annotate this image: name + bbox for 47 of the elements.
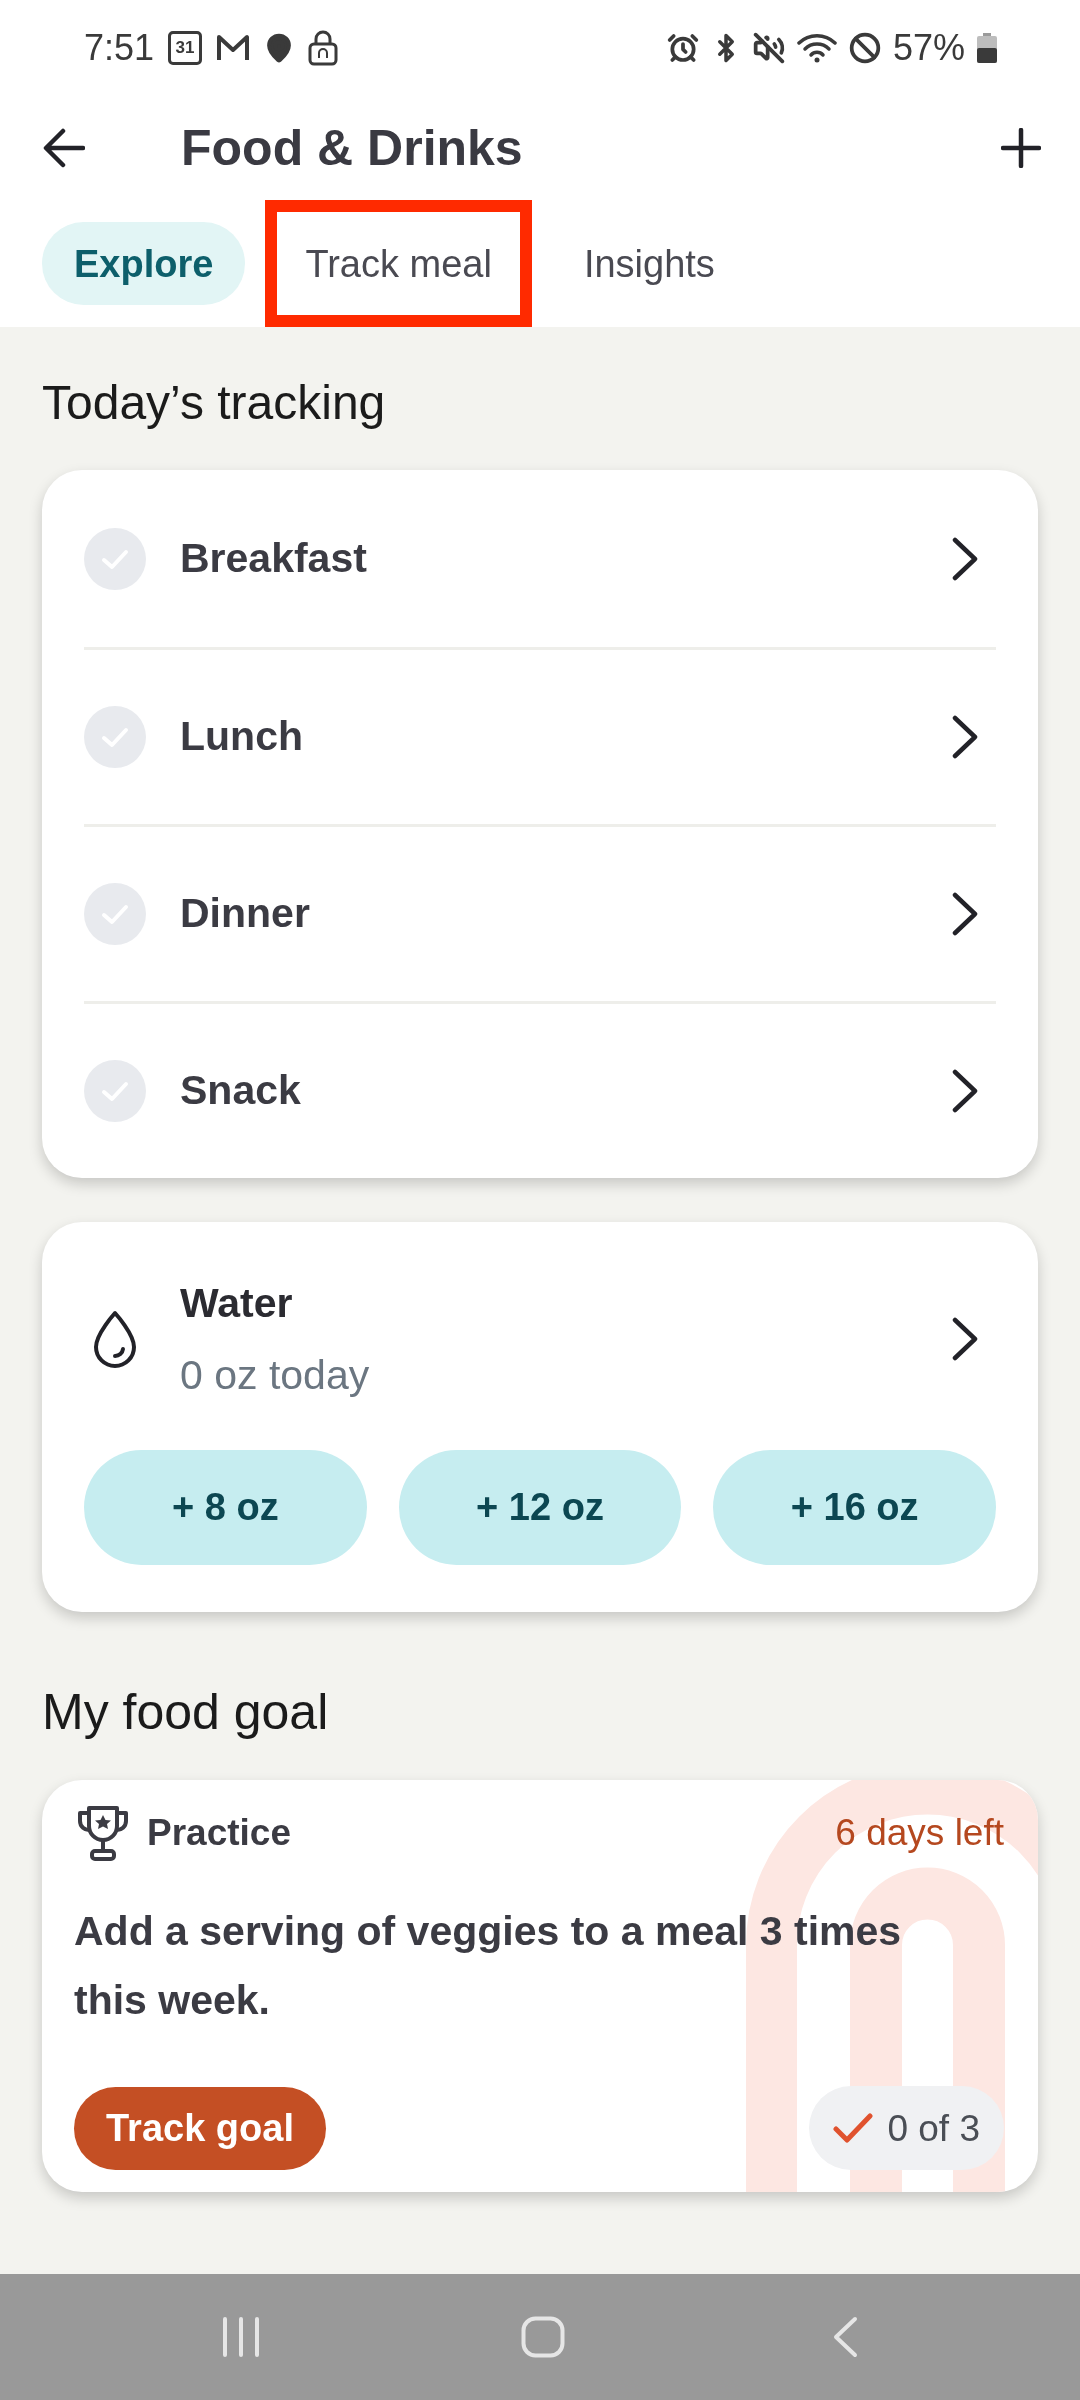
mail-icon (216, 33, 251, 62)
back-button[interactable] (43, 126, 85, 169)
water-drop-icon (92, 1310, 138, 1368)
meal-row[interactable]: Breakfast (84, 470, 996, 647)
goal-description: Add a serving of veggies to a meal 3 times this week. (74, 1907, 903, 2025)
add-button[interactable] (1001, 127, 1041, 168)
progress-text: 0 of 3 (887, 2109, 980, 2147)
battery-icon (977, 32, 997, 63)
status-time: 7:51 (84, 29, 155, 66)
section-heading: My food goal (42, 1683, 330, 1742)
check-icon (833, 2113, 874, 2143)
home-button[interactable] (521, 2316, 565, 2358)
back-nav-button[interactable] (832, 2316, 858, 2358)
back-arrow-icon (43, 127, 85, 168)
days-left: 6 days left (835, 1814, 1004, 1851)
plus-icon (1001, 127, 1041, 168)
meal-row[interactable]: Dinner (84, 824, 996, 1001)
do-not-disturb-icon (848, 31, 881, 64)
section-heading: Today’s tracking (42, 375, 387, 431)
battery-percent: 57% (892, 29, 965, 66)
wifi-icon (796, 32, 837, 63)
add-water-button[interactable]: + 8 oz (84, 1450, 367, 1565)
mute-icon (752, 31, 785, 64)
chevron-right-icon (952, 715, 978, 759)
calendar-icon: 31 (168, 30, 203, 65)
water-title: Water (180, 1279, 294, 1328)
meal-row[interactable]: Lunch (84, 647, 996, 824)
water-amount: 0 oz today (180, 1351, 371, 1400)
chevron-right-icon (952, 892, 978, 936)
add-water-button[interactable]: + 12 oz (398, 1450, 682, 1565)
tab[interactable]: Track meal (277, 222, 520, 305)
page-title: Food & Drinks (181, 122, 523, 173)
chevron-right-icon (952, 1069, 978, 1113)
recent-apps-icon (222, 2316, 260, 2358)
goal-type: Practice (147, 1814, 291, 1851)
lock-icon (308, 29, 339, 66)
alarm-icon (666, 31, 699, 64)
meal-row[interactable]: Snack (84, 1001, 996, 1178)
tab[interactable]: Explore (42, 222, 246, 305)
home-icon (521, 2316, 565, 2358)
add-water-button[interactable]: + 16 oz (713, 1450, 996, 1565)
back-icon (832, 2316, 858, 2358)
track-goal-button[interactable]: Track goal (74, 2086, 326, 2170)
chevron-right-icon (952, 1317, 978, 1361)
chevron-right-icon (952, 536, 978, 581)
recent-apps-button[interactable] (222, 2316, 260, 2358)
tab[interactable]: Insights (551, 222, 747, 305)
